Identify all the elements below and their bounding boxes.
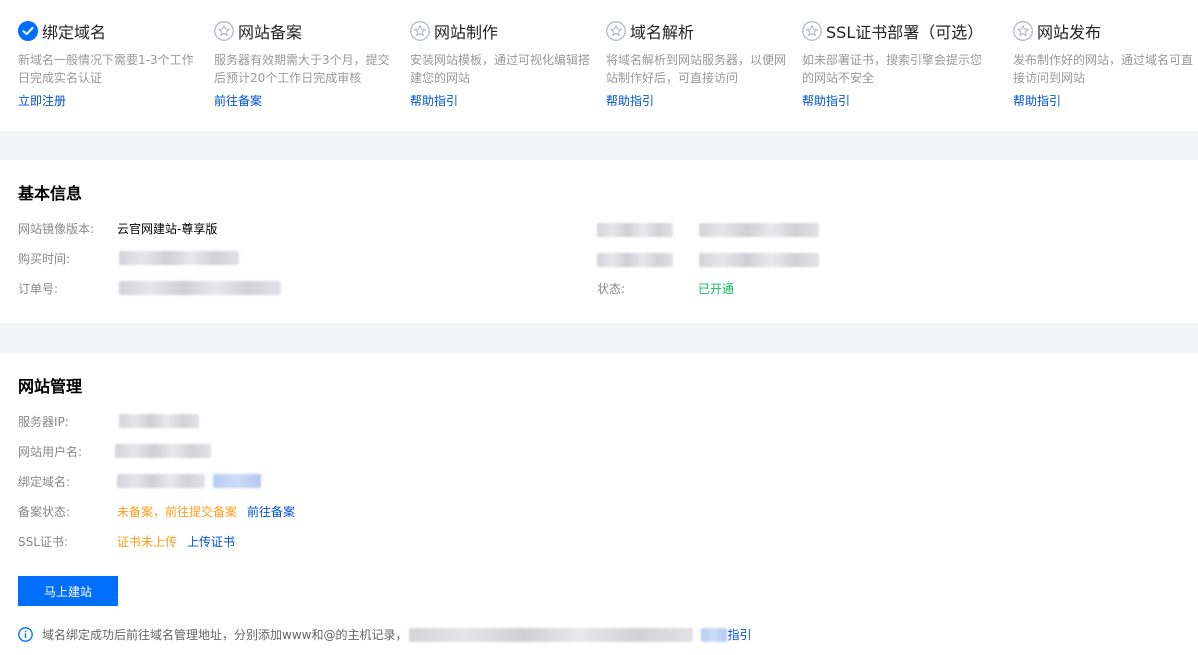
section-title: 网站管理 [18,377,83,396]
server-ip-label: 服务器IP: [18,414,69,429]
icp-status-value: 未备案，前往提交备案 [117,504,238,519]
tip-link-redacted[interactable] [701,627,728,642]
server-ip-row: 服务器IP: [18,413,199,429]
step-title: SSL证书部署（可选） [826,23,984,42]
star-circle-icon [214,21,234,41]
help-guide-link[interactable]: 帮助指引 [802,92,982,109]
username-redacted [115,444,211,458]
help-guide-link[interactable]: 帮助指引 [606,92,786,109]
help-guide-link[interactable]: 帮助指引 [1013,92,1193,109]
icp-status-row: 备案状态: 未备案，前往提交备案 前往备案 [18,503,295,519]
redacted-row [597,252,819,268]
go-icp-filing-link[interactable]: 前往备案 [247,503,295,520]
step-title: 绑定域名 [42,23,107,42]
status-row: 状态: 已开通 [597,280,734,296]
status-label: 状态: [597,281,626,296]
setup-steps-panel: 绑定域名 新域名一般情况下需要1-3个工作日完成实名认证 立即注册 网站备案 服… [0,0,1198,131]
bound-domain-label: 绑定域名: [18,474,71,489]
server-ip-redacted [119,414,199,428]
star-circle-icon [606,21,626,41]
image-version-label: 网站镜像版本: [18,221,95,236]
register-domain-link[interactable]: 立即注册 [18,92,198,109]
domain-binding-tip: 域名绑定成功后前往域名管理地址，分别添加www和@的主机记录， 指引 [18,626,751,643]
order-number-label: 订单号: [18,281,59,296]
redacted-row [597,222,819,238]
step-bind-domain: 绑定域名 新域名一般情况下需要1-3个工作日完成实名认证 立即注册 [18,20,198,109]
step-ssl-deploy: SSL证书部署（可选） 如未部署证书，搜索引擎会提示您的网站不安全 帮助指引 [802,20,984,109]
tip-text-redacted [409,627,694,642]
purchase-time-redacted [119,251,239,265]
upload-certificate-link[interactable]: 上传证书 [187,533,235,550]
image-version-value: 云官网建站-尊享版 [117,221,218,236]
order-number-row: 订单号: [18,280,281,296]
username-row: 网站用户名: [18,443,211,459]
status-badge: 已开通 [698,281,735,296]
go-icp-filing-link[interactable]: 前往备案 [214,92,394,109]
basic-info-panel: 基本信息 网站镜像版本: 云官网建站-尊享版 购买时间: 订单号: 状态: 已开… [0,160,1198,323]
redacted-label [597,223,673,237]
info-icon [18,627,33,642]
star-circle-icon [410,21,430,41]
step-title: 网站备案 [238,23,303,42]
order-number-redacted [119,281,281,295]
purchase-time-label: 购买时间: [18,251,71,266]
bound-domain-redacted [117,474,205,488]
step-description: 安装网站模板，通过可视化编辑搭建您的网站 [410,53,590,85]
step-description: 发布制作好的网站，通过域名可直接访问到网站 [1013,53,1193,85]
site-management-panel: 网站管理 服务器IP: 网站用户名: 绑定域名: 备案状态: 未备案，前往提交备… [0,353,1198,655]
step-title: 网站发布 [1037,23,1102,42]
image-version-row: 网站镜像版本: 云官网建站-尊享版 [18,220,217,236]
ssl-cert-label: SSL证书: [18,534,68,549]
redacted-value [699,223,819,237]
check-circle-icon [18,21,38,41]
ssl-cert-row: SSL证书: 证书未上传 上传证书 [18,533,235,549]
step-site-building: 网站制作 安装网站模板，通过可视化编辑搭建您的网站 帮助指引 [410,20,590,109]
redacted-value [699,253,819,267]
step-title: 网站制作 [434,23,499,42]
step-description: 如未部署证书，搜索引擎会提示您的网站不安全 [802,53,982,85]
domain-action-link-redacted[interactable] [213,474,261,488]
step-site-publish: 网站发布 发布制作好的网站，通过域名可直接访问到网站 帮助指引 [1013,20,1193,109]
step-description: 将域名解析到网站服务器，以便网站制作好后，可直接访问 [606,53,786,85]
bound-domain-row: 绑定域名: [18,473,261,489]
redacted-label [597,253,673,267]
step-description: 新域名一般情况下需要1-3个工作日完成实名认证 [18,53,194,85]
star-circle-icon [1013,21,1033,41]
username-label: 网站用户名: [18,444,83,459]
step-description: 服务器有效期需大于3个月，提交后预计20个工作日完成审核 [214,53,390,85]
star-circle-icon [802,21,822,41]
help-guide-link[interactable]: 帮助指引 [410,92,590,109]
step-title: 域名解析 [630,23,695,42]
tip-text: 域名绑定成功后前往域名管理地址，分别添加www和@的主机记录， [42,628,408,642]
step-icp-filing: 网站备案 服务器有效期需大于3个月，提交后预计20个工作日完成审核 前往备案 [214,20,394,109]
ssl-cert-status: 证书未上传 [117,534,178,549]
build-site-button[interactable]: 马上建站 [18,576,118,606]
guide-link-tail[interactable]: 指引 [727,626,751,643]
step-dns-resolution: 域名解析 将域名解析到网站服务器，以便网站制作好后，可直接访问 帮助指引 [606,20,786,109]
purchase-time-row: 购买时间: [18,250,239,266]
icp-status-label: 备案状态: [18,504,71,519]
section-title: 基本信息 [18,184,83,203]
